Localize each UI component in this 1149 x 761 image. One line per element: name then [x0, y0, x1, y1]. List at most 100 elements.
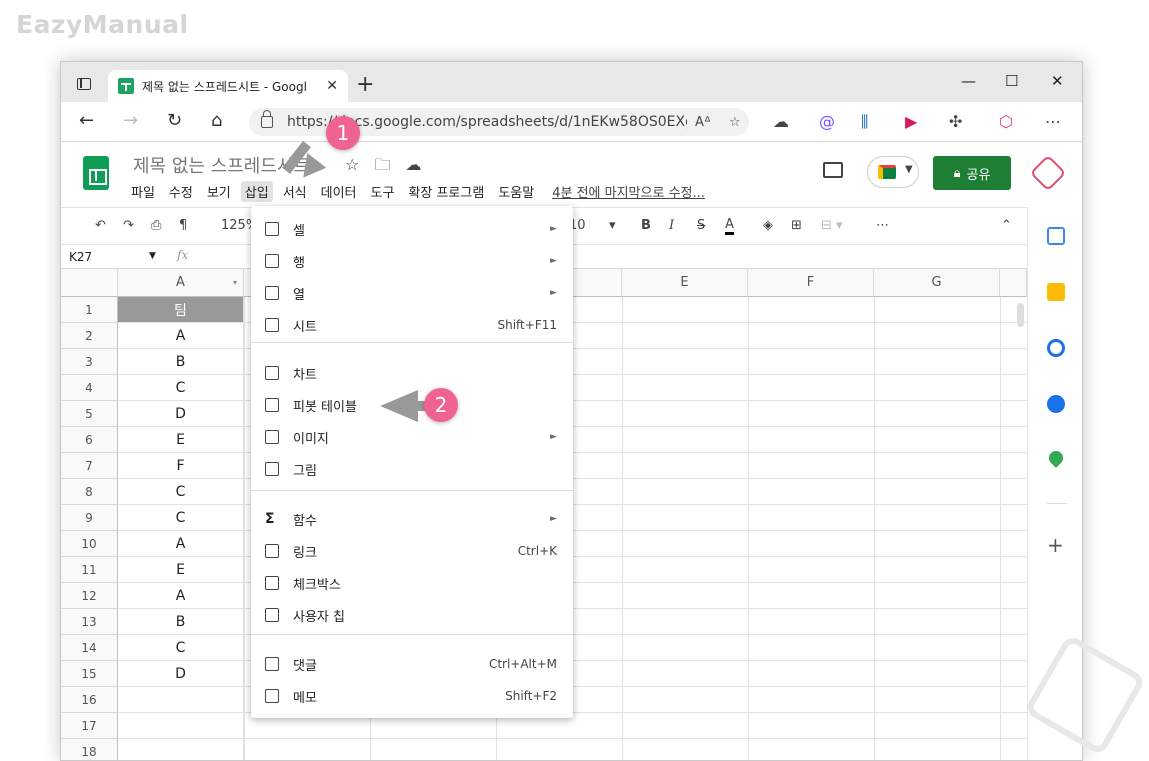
cell-a[interactable]: D [118, 401, 244, 427]
cell-a[interactable] [118, 687, 244, 713]
tab-actions-icon[interactable] [77, 78, 91, 90]
insert-menu-item[interactable]: 사용자 칩 [251, 600, 573, 630]
insert-menu-item[interactable]: 링크 Ctrl+K [251, 536, 573, 566]
column-header-g[interactable]: G [874, 269, 1000, 297]
cloud-icon[interactable]: ☁ [773, 112, 789, 131]
column-header-h[interactable] [1000, 269, 1027, 297]
row-header[interactable]: 18 [61, 739, 118, 760]
cell-a[interactable]: C [118, 375, 244, 401]
extension-icon[interactable]: @ [819, 112, 835, 131]
minimize-icon[interactable]: — [961, 72, 976, 90]
cell-a[interactable]: A [118, 583, 244, 609]
cell-a[interactable]: E [118, 557, 244, 583]
hex-logo-icon[interactable] [1029, 154, 1067, 192]
row-header[interactable]: 3 [61, 349, 118, 375]
vertical-scrollbar[interactable] [1017, 303, 1024, 327]
select-all-corner[interactable] [61, 269, 118, 297]
favorite-add-icon[interactable]: ☆ [729, 115, 741, 130]
row-header[interactable]: 4 [61, 375, 118, 401]
row-header[interactable]: 5 [61, 401, 118, 427]
tasks-icon[interactable] [1047, 339, 1065, 357]
font-size-chevron-icon[interactable]: ▾ [609, 218, 616, 233]
cloud-status-icon[interactable]: ☁ [406, 155, 422, 174]
share-button[interactable]: 🔒︎ 공유 [933, 156, 1011, 190]
keep-icon[interactable] [1047, 283, 1065, 301]
extensions-puzzle-icon[interactable]: ✣ [949, 112, 962, 131]
menu-insert[interactable]: 삽입 [240, 181, 273, 202]
cell-a[interactable]: B [118, 609, 244, 635]
column-header-e[interactable]: E [622, 269, 748, 297]
add-addon-icon[interactable]: + [1047, 533, 1064, 557]
back-icon[interactable]: ← [79, 110, 94, 131]
undo-icon[interactable]: ↶ [95, 218, 106, 233]
close-tab-icon[interactable]: ✕ [326, 78, 338, 94]
cell-a[interactable]: B [118, 349, 244, 375]
insert-menu-item[interactable]: 체크박스 [251, 568, 573, 598]
row-header[interactable]: 14 [61, 635, 118, 661]
cell-a[interactable]: C [118, 505, 244, 531]
cell-a[interactable]: A [118, 323, 244, 349]
home-icon[interactable]: ⌂ [211, 110, 222, 131]
read-aloud-icon[interactable]: Aᐞ [695, 115, 711, 130]
row-header[interactable]: 8 [61, 479, 118, 505]
print-icon[interactable]: ⎙ [151, 218, 161, 233]
insert-menu-item[interactable]: 이미지 ► [251, 422, 573, 452]
cell-a[interactable]: F [118, 453, 244, 479]
cell-a[interactable] [118, 739, 244, 760]
cell-a[interactable]: 팀 [118, 297, 244, 323]
maximize-icon[interactable]: ☐ [1005, 72, 1018, 90]
extension-bars-icon[interactable]: ⫼ [861, 112, 868, 132]
insert-menu-item[interactable]: 차트 [251, 358, 573, 388]
close-window-icon[interactable]: ✕ [1051, 72, 1064, 90]
cell-a[interactable] [118, 713, 244, 739]
redo-icon[interactable]: ↷ [123, 218, 134, 233]
text-color-icon[interactable]: A [725, 218, 734, 235]
insert-menu-item[interactable]: 메모 Shift+F2 [251, 681, 573, 711]
insert-menu-item[interactable]: Σ 함수 ► [251, 504, 573, 534]
new-tab-icon[interactable]: + [356, 72, 374, 97]
column-header-a[interactable]: A ▾ [118, 269, 244, 297]
name-box[interactable]: K27 [69, 250, 92, 264]
menu-extensions[interactable]: 확장 프로그램 [408, 181, 484, 202]
more-tools-icon[interactable]: ⋯ [876, 218, 889, 233]
row-header[interactable]: 16 [61, 687, 118, 713]
cell-a[interactable]: D [118, 661, 244, 687]
menu-help[interactable]: 도움말 [498, 181, 534, 202]
row-header[interactable]: 15 [61, 661, 118, 687]
reload-icon[interactable]: ↻ [167, 110, 182, 131]
menu-tools[interactable]: 도구 [371, 181, 395, 202]
column-header-f[interactable]: F [748, 269, 874, 297]
strikethrough-icon[interactable]: S [697, 218, 705, 233]
insert-menu-item[interactable]: 열 ► [251, 278, 573, 308]
star-icon[interactable]: ☆ [345, 155, 359, 174]
row-header[interactable]: 17 [61, 713, 118, 739]
row-header[interactable]: 7 [61, 453, 118, 479]
menu-data[interactable]: 데이터 [321, 181, 357, 202]
fill-color-icon[interactable]: ◈ [763, 218, 773, 233]
meet-button[interactable]: ▼ [867, 156, 919, 188]
move-folder-icon[interactable]: 🗀 [374, 155, 390, 174]
italic-icon[interactable]: I [669, 218, 674, 233]
insert-menu-item[interactable]: 행 ► [251, 246, 573, 276]
row-header[interactable]: 13 [61, 609, 118, 635]
insert-menu-item[interactable]: 셀 ► [251, 214, 573, 244]
row-header[interactable]: 1 [61, 297, 118, 323]
comment-history-icon[interactable] [823, 162, 843, 178]
filter-icon[interactable]: ▾ [233, 278, 237, 287]
name-box-chevron-icon[interactable]: ▼ [149, 251, 156, 261]
calendar-icon[interactable] [1047, 227, 1065, 245]
row-header[interactable]: 10 [61, 531, 118, 557]
paint-format-icon[interactable]: ¶ [179, 218, 187, 233]
menu-view[interactable]: 보기 [207, 181, 231, 202]
last-edit-link[interactable]: 4분 전에 마지막으로 수정... [552, 181, 705, 202]
profile-hex-icon[interactable]: ⬡ [999, 112, 1013, 131]
more-menu-icon[interactable]: ⋯ [1045, 112, 1061, 131]
maps-icon[interactable] [1046, 448, 1066, 468]
row-header[interactable]: 12 [61, 583, 118, 609]
row-header[interactable]: 6 [61, 427, 118, 453]
cell-a[interactable]: A [118, 531, 244, 557]
insert-menu-item[interactable]: 그림 [251, 454, 573, 484]
menu-file[interactable]: 파일 [131, 181, 155, 202]
collapse-toolbar-icon[interactable]: ⌃ [1001, 218, 1012, 233]
bold-icon[interactable]: B [641, 218, 651, 233]
